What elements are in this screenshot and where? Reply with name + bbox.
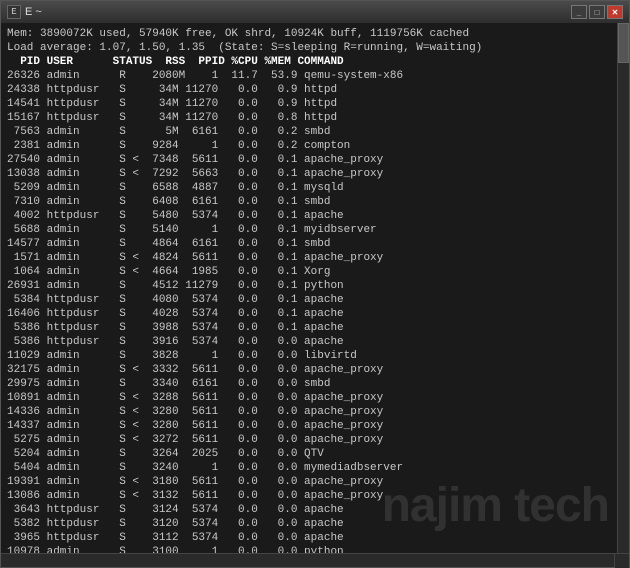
bottom-bar bbox=[1, 553, 629, 567]
process-rows: 26326 admin R 2080M 1 11.7 53.9 qemu-sys… bbox=[7, 70, 403, 553]
minimize-button[interactable]: _ bbox=[571, 5, 587, 19]
scrollbar-corner bbox=[615, 554, 629, 568]
window-controls: _ □ ✕ bbox=[571, 5, 623, 19]
mem-line: Mem: 3890072K used, 57940K free, OK shrd… bbox=[7, 28, 469, 40]
close-button[interactable]: ✕ bbox=[607, 5, 623, 19]
window-title: E ~ bbox=[25, 6, 42, 18]
maximize-button[interactable]: □ bbox=[589, 5, 605, 19]
title-bar-left: E E ~ bbox=[7, 5, 42, 19]
vertical-scrollbar[interactable] bbox=[617, 23, 629, 553]
horizontal-scrollbar[interactable] bbox=[1, 554, 615, 567]
title-bar: E E ~ _ □ ✕ bbox=[1, 1, 629, 23]
terminal-window: E E ~ _ □ ✕ Mem: 3890072K used, 57940K f… bbox=[0, 0, 630, 568]
scrollbar-thumb[interactable] bbox=[618, 23, 629, 63]
column-header: PID USER STATUS RSS PPID %CPU %MEM COMMA… bbox=[7, 56, 344, 68]
terminal-content: Mem: 3890072K used, 57940K free, OK shrd… bbox=[7, 27, 623, 553]
terminal-icon: E bbox=[7, 5, 21, 19]
terminal-body[interactable]: Mem: 3890072K used, 57940K free, OK shrd… bbox=[1, 23, 629, 553]
load-line: Load average: 1.07, 1.50, 1.35 (State: S… bbox=[7, 42, 482, 54]
